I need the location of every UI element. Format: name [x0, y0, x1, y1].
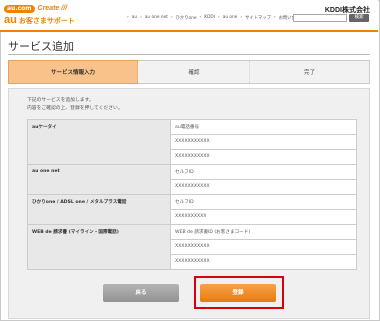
table-row: au one net セルフID — [27, 164, 357, 195]
table-row: ひかりone / ADSL one / メタルプラス電話 セルフID — [27, 194, 357, 225]
service-value: XXXXXXXXXXX — [170, 179, 357, 195]
service-value: XXXXXXXXXXX — [170, 149, 357, 165]
service-value: au電話番号 — [170, 119, 357, 135]
service-value: XXXXXXXXXXX — [170, 134, 357, 150]
service-value: XXXXXXXXXXX — [170, 239, 357, 255]
au-com-badge: au.com — [4, 4, 35, 13]
service-value: XXXXXXXXXX — [170, 209, 357, 225]
site-header: au.com Create /// au お客さまサポート KDDI株式会社 ›… — [0, 0, 378, 30]
au-support-logo[interactable]: au.com Create /// au お客さまサポート — [4, 4, 88, 26]
support-logo-text: お客さまサポート — [18, 17, 75, 25]
nav-link-kddi[interactable]: KDDI — [204, 15, 215, 21]
submit-button[interactable]: 登録 — [200, 284, 276, 302]
nav-link-au-one-net[interactable]: au one net — [145, 15, 168, 21]
create-tagline: Create /// — [37, 5, 68, 12]
back-button[interactable]: 戻る — [103, 284, 179, 302]
au-logo-text: au — [4, 14, 17, 26]
service-value: セルフID — [170, 194, 357, 210]
step-input: サービス情報入力 — [8, 60, 138, 84]
intro-line-1: 下記のサービスを追加します。 — [27, 98, 94, 103]
search-button[interactable]: 検索 — [349, 14, 369, 22]
content-panel: 下記のサービスを追加します。 内容をご確認の上、登録を押してください。 auケー… — [8, 88, 370, 319]
service-value: XXXXXXXXXXX — [170, 254, 357, 270]
nav-link-au-one[interactable]: au one — [223, 15, 238, 21]
service-table: auケータイ au電話番号 XXXXXXXXXXX XXXXXXXXXXX au… — [27, 119, 357, 270]
page-title: サービス追加 — [8, 40, 74, 53]
intro-text: 下記のサービスを追加します。 内容をご確認の上、登録を押してください。 — [27, 97, 123, 113]
nav-link-hikari-one[interactable]: ひかりone — [176, 15, 197, 21]
top-navigation: › au › au one net › ひかりone › KDDI › au one › サ… — [127, 15, 305, 21]
intro-line-2: 内容をご確認の上、登録を押してください。 — [27, 106, 123, 111]
service-name: au one net — [27, 164, 171, 195]
service-value: WEB de 請求書ID (お客さまコード) — [170, 224, 357, 240]
nav-link-au[interactable]: au — [132, 15, 137, 21]
step-confirm: 確認 — [138, 60, 250, 84]
step-complete: 完了 — [250, 60, 370, 84]
service-name: WEB de 請求書 (マイライン・国際電話) — [27, 224, 171, 270]
title-area: サービス追加 — [0, 30, 378, 55]
nav-link-sitemap[interactable]: サイトマップ — [245, 15, 271, 21]
table-row: auケータイ au電話番号 — [27, 119, 357, 165]
service-name: ひかりone / ADSL one / メタルプラス電話 — [27, 194, 171, 225]
progress-steps: サービス情報入力 確認 完了 — [8, 60, 370, 84]
service-name: auケータイ — [27, 119, 171, 165]
table-row: WEB de 請求書 (マイライン・国際電話) WEB de 請求書ID (お客… — [27, 224, 357, 270]
title-divider — [8, 54, 370, 55]
service-value: セルフID — [170, 164, 357, 180]
search-input[interactable] — [293, 14, 347, 22]
